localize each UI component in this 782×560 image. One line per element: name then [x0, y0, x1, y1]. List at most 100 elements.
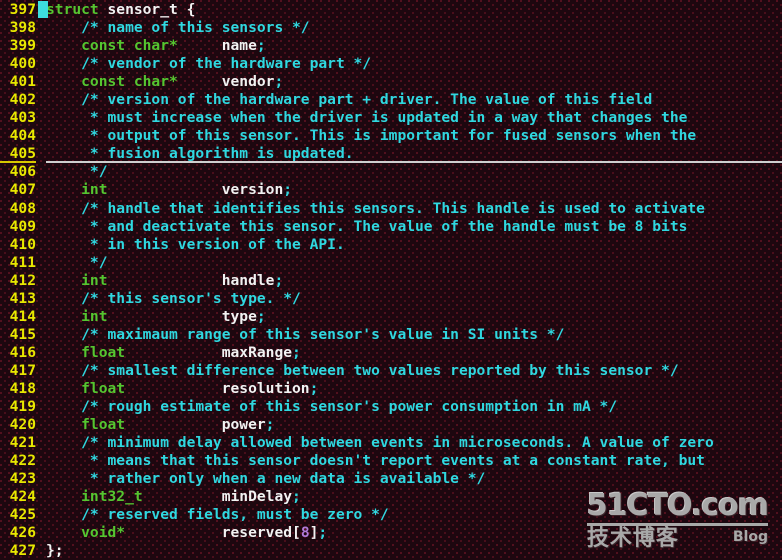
code-line-content[interactable]: /* version of the hardware part + driver…: [46, 91, 782, 109]
code-line-content[interactable]: /* rough estimate of this sensor's power…: [46, 398, 782, 416]
code-line[interactable]: 403 * must increase when the driver is u…: [0, 109, 782, 127]
code-line-content[interactable]: const char* vendor;: [46, 73, 782, 91]
code-line-content[interactable]: int32_t minDelay;: [46, 488, 782, 506]
code-line-content[interactable]: int version;: [46, 181, 782, 199]
code-line[interactable]: 421 /* minimum delay allowed between eve…: [0, 434, 782, 452]
code-line-content[interactable]: /* minimum delay allowed between events …: [46, 434, 782, 452]
code-token-c: /* rough estimate of this sensor's power…: [46, 398, 618, 416]
line-number: 404: [9, 127, 36, 145]
code-line[interactable]: 419 /* rough estimate of this sensor's p…: [0, 398, 782, 416]
code-line[interactable]: 423 * rather only when a new data is ava…: [0, 470, 782, 488]
code-line-content[interactable]: float power;: [46, 416, 782, 434]
line-number: 403: [9, 109, 36, 127]
code-line[interactable]: 406 */: [0, 163, 782, 181]
code-line-content[interactable]: * output of this sensor. This is importa…: [46, 127, 782, 145]
line-number: 398: [9, 19, 36, 37]
code-line[interactable]: 413 /* this sensor's type. */: [0, 290, 782, 308]
code-line[interactable]: 408 /* handle that identifies this senso…: [0, 200, 782, 218]
code-line[interactable]: 398 /* name of this sensors */: [0, 19, 782, 37]
code-token-kw: int: [46, 181, 108, 199]
code-line-content[interactable]: float maxRange;: [46, 344, 782, 362]
code-token-kw: int: [46, 307, 108, 325]
code-line-content[interactable]: struct sensor_t {: [46, 1, 782, 19]
code-token-id: resolution: [125, 379, 310, 397]
code-line[interactable]: 412 int handle;: [0, 272, 782, 290]
code-line-content[interactable]: /* this sensor's type. */: [46, 290, 782, 308]
line-number: 406: [9, 163, 36, 181]
code-token-id: power: [125, 416, 266, 434]
code-line[interactable]: 407 int version;: [0, 181, 782, 199]
code-line-content[interactable]: * means that this sensor doesn't report …: [46, 452, 782, 470]
code-line[interactable]: 401 const char* vendor;: [0, 73, 782, 91]
code-line[interactable]: 416 float maxRange;: [0, 344, 782, 362]
code-token-pn: ;: [274, 73, 284, 91]
code-token-pn: ;: [292, 488, 301, 506]
code-token-c: * must increase when the driver is updat…: [46, 109, 688, 127]
code-line[interactable]: 418 float resolution;: [0, 380, 782, 398]
code-line-content[interactable]: * and deactivate this sensor. The value …: [46, 218, 782, 236]
code-line-content[interactable]: * must increase when the driver is updat…: [46, 109, 782, 127]
code-token-c: * rather only when a new data is availab…: [46, 470, 486, 488]
code-token-c: /* this sensor's type. */: [46, 289, 301, 307]
code-line[interactable]: 411 */: [0, 254, 782, 272]
code-line[interactable]: 414 int type;: [0, 308, 782, 326]
code-line-content[interactable]: int type;: [46, 308, 782, 326]
code-line[interactable]: 400 /* vendor of the hardware part */: [0, 55, 782, 73]
line-number: 414: [9, 307, 36, 325]
code-line-content[interactable]: * rather only when a new data is availab…: [46, 470, 782, 488]
code-line[interactable]: 402 /* version of the hardware part + dr…: [0, 91, 782, 109]
code-line[interactable]: 420 float power;: [0, 416, 782, 434]
line-number: 427: [9, 542, 36, 560]
code-line-content[interactable]: };: [46, 542, 782, 560]
code-editor-window[interactable]: 397 struct sensor_t {398 /* name of this …: [0, 0, 782, 560]
code-line[interactable]: 425 /* reserved fields, must be zero */: [0, 506, 782, 524]
line-number: 411: [9, 253, 36, 271]
line-number: 401: [9, 73, 36, 91]
code-line[interactable]: 424 int32_t minDelay;: [0, 488, 782, 506]
code-line-content[interactable]: /* smallest difference between two value…: [46, 362, 782, 380]
code-line[interactable]: 427};: [0, 542, 782, 560]
code-token-c: /* minimum delay allowed between events …: [46, 434, 714, 452]
code-line-content[interactable]: * fusion algorithm is updated.: [46, 145, 782, 164]
line-number: 413: [9, 289, 36, 307]
code-line-content[interactable]: * in this version of the API.: [46, 236, 782, 254]
line-number: 416: [9, 343, 36, 361]
code-line-content[interactable]: /* maximaum range of this sensor's value…: [46, 326, 782, 344]
code-line-content[interactable]: void* reserved[8];: [46, 524, 782, 542]
code-line[interactable]: 426 void* reserved[8];: [0, 524, 782, 542]
code-line[interactable]: 397 struct sensor_t {: [0, 1, 782, 19]
code-lines-container[interactable]: 397 struct sensor_t {398 /* name of this …: [0, 1, 782, 560]
code-line[interactable]: 399 const char* name;: [0, 37, 782, 55]
code-line-content[interactable]: float resolution;: [46, 380, 782, 398]
code-line-content[interactable]: const char* name;: [46, 37, 782, 55]
code-line-content[interactable]: */: [46, 254, 782, 272]
line-number: 422: [9, 452, 36, 470]
code-line[interactable]: 409 * and deactivate this sensor. The va…: [0, 218, 782, 236]
code-line-cursor[interactable]: 405 * fusion algorithm is updated.: [0, 1, 782, 164]
code-token-kw: float: [46, 379, 126, 397]
code-line[interactable]: 404 * output of this sensor. This is imp…: [0, 127, 782, 145]
code-line[interactable]: 422 * means that this sensor doesn't rep…: [0, 452, 782, 470]
code-token-pn: ;: [256, 37, 266, 55]
line-number: 424: [9, 488, 36, 506]
code-line-content[interactable]: /* name of this sensors */: [46, 19, 782, 37]
line-number: 399: [9, 37, 36, 55]
code-token-kw: const char*: [46, 37, 178, 55]
code-token-kw: int: [46, 271, 108, 289]
line-number: 426: [9, 524, 36, 542]
line-number: 425: [9, 506, 36, 524]
line-number: 419: [9, 398, 36, 416]
code-line-content[interactable]: /* reserved fields, must be zero */: [46, 506, 782, 524]
code-token-c: * in this version of the API.: [46, 235, 345, 253]
code-line[interactable]: 415 /* maximaum range of this sensor's v…: [0, 326, 782, 344]
line-number: 418: [9, 379, 36, 397]
code-line-content[interactable]: /* vendor of the hardware part */: [46, 55, 782, 73]
code-line-content[interactable]: */: [46, 163, 782, 181]
code-token-br: [: [292, 524, 301, 542]
code-line[interactable]: 410 * in this version of the API.: [0, 236, 782, 254]
code-line[interactable]: 417 /* smallest difference between two v…: [0, 362, 782, 380]
code-line-content[interactable]: /* handle that identifies this sensors. …: [46, 200, 782, 218]
code-line-content[interactable]: int handle;: [46, 272, 782, 290]
code-token-c: /* version of the hardware part + driver…: [46, 91, 653, 109]
line-number: 421: [9, 434, 36, 452]
